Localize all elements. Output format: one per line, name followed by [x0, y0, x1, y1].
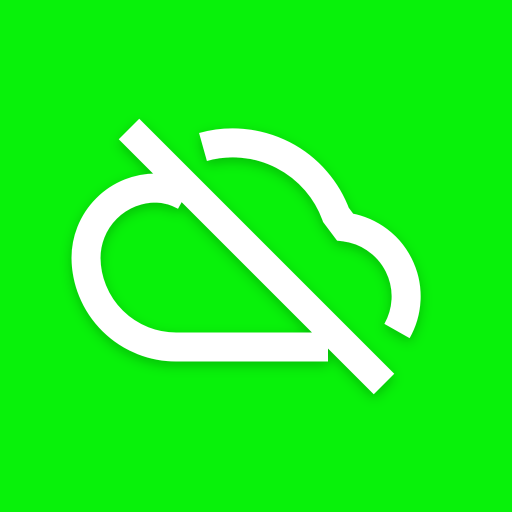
- cloud-off-icon: [0, 0, 512, 512]
- app-icon[interactable]: [0, 0, 512, 512]
